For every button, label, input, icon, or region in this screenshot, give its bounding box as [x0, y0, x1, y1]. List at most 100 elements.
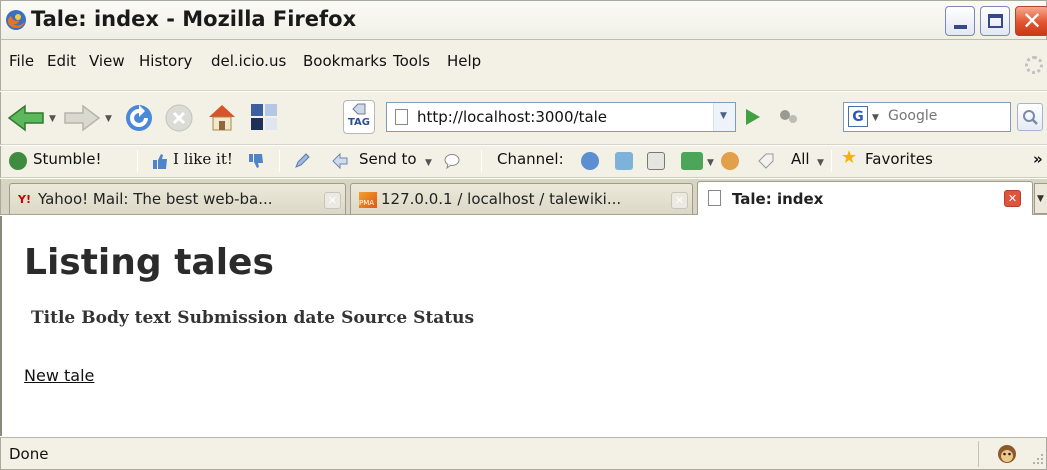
tab-close-icon[interactable]: ✕	[1004, 190, 1021, 207]
url-text[interactable]: http://localhost:3000/tale	[417, 108, 607, 126]
tab-label: Tale: index	[732, 190, 824, 208]
navigation-toolbar: ▼ ▼ TAG http://localhost:3000/tale ▼ G ▼	[0, 92, 1047, 145]
table-header-row: Title Body text Submission date Source S…	[28, 308, 477, 328]
send-to-dropdown-icon[interactable]: ▼	[425, 158, 432, 168]
toolbar-separator	[137, 150, 138, 172]
tab-list-button[interactable]: ▼	[1034, 183, 1047, 214]
firefox-icon	[6, 10, 26, 30]
star-icon: ★	[841, 147, 858, 168]
column-header-source: Source	[341, 308, 408, 328]
throbber-icon	[1025, 56, 1043, 74]
stop-icon[interactable]	[163, 102, 195, 134]
all-dropdown-icon[interactable]: ▼	[817, 158, 824, 168]
menu-bar: File Edit View History del.icio.us Bookm…	[0, 40, 1047, 91]
page-title: Listing tales	[24, 242, 274, 283]
menu-help[interactable]: Help	[447, 52, 481, 70]
tab-phpmyadmin[interactable]: PMA 127.0.0.1 / localhost / talewiki... …	[350, 183, 693, 214]
tag-button[interactable]: TAG	[343, 100, 375, 134]
tales-table: Title Body text Submission date Source S…	[28, 308, 477, 328]
tab-strip: Y! Yahoo! Mail: The best web-ba... ✕ PMA…	[0, 179, 1047, 215]
search-engine-dropdown-icon[interactable]: ▼	[872, 113, 879, 123]
forward-dropdown-icon[interactable]: ▼	[105, 114, 112, 124]
favorites-button[interactable]: Favorites	[865, 150, 933, 168]
url-bar[interactable]: http://localhost:3000/tale ▼	[386, 102, 736, 132]
go-icon[interactable]	[741, 106, 763, 128]
resize-grip-icon[interactable]	[1029, 450, 1045, 466]
tab-tale-index[interactable]: Tale: index ✕	[697, 181, 1033, 215]
maximize-icon	[988, 14, 1003, 28]
status-separator	[978, 441, 979, 467]
tag-label: TAG	[348, 117, 370, 128]
search-box[interactable]: G ▼	[843, 102, 1011, 132]
phpmyadmin-icon: PMA	[359, 192, 377, 208]
stumbleupon-toolbar: Stumble! I like it! Send to ▼ Channel: ▼…	[0, 146, 1047, 178]
send-icon	[332, 152, 348, 170]
menu-delicious[interactable]: del.icio.us	[211, 52, 286, 70]
chevron-down-icon: ▼	[720, 111, 727, 121]
shuffle-icon[interactable]	[681, 152, 703, 170]
bookmark-manager-icon[interactable]	[249, 102, 279, 132]
minimize-button[interactable]	[945, 6, 975, 36]
thumbs-up-icon	[153, 154, 167, 169]
thumbs-down-icon[interactable]	[247, 152, 265, 170]
send-to-button[interactable]: Send to	[359, 150, 417, 168]
photo-icon[interactable]	[615, 152, 633, 170]
tab-label: Yahoo! Mail: The best web-ba...	[38, 190, 273, 208]
search-input[interactable]	[888, 108, 1008, 124]
column-header-status: Status	[413, 308, 475, 328]
toolbar-separator	[831, 150, 832, 172]
tab-close-icon[interactable]: ✕	[671, 192, 688, 209]
tab-label: 127.0.0.1 / localhost / talewiki...	[381, 190, 622, 208]
forward-arrow-icon[interactable]	[63, 104, 101, 132]
window-titlebar: Tale: index - Mozilla Firefox ✕	[0, 0, 1047, 40]
status-bar: Done	[0, 437, 1047, 470]
greasemonkey-icon[interactable]	[997, 444, 1017, 464]
google-icon[interactable]: G	[848, 106, 868, 127]
i-like-it-button[interactable]: I like it!	[173, 150, 233, 168]
new-tale-link[interactable]: New tale	[24, 366, 94, 385]
menu-view[interactable]: View	[89, 52, 125, 70]
minimize-icon	[954, 25, 967, 29]
page-icon	[395, 109, 408, 125]
chevron-down-icon: ▼	[1037, 194, 1044, 204]
yahoo-icon: Y!	[18, 193, 31, 206]
all-button[interactable]: All	[791, 150, 810, 168]
column-header-body-text: Body text	[81, 308, 172, 328]
close-icon: ✕	[1022, 7, 1043, 35]
channel-label: Channel:	[497, 150, 564, 168]
menu-bookmarks[interactable]: Bookmarks	[303, 52, 387, 70]
toolbar-overflow-button[interactable]: »	[1033, 150, 1043, 168]
menu-tools[interactable]: Tools	[393, 52, 430, 70]
people-icon[interactable]	[721, 152, 739, 170]
stumbleupon-icon	[9, 152, 27, 170]
toolbar-separator	[279, 150, 280, 172]
column-header-title: Title	[31, 308, 76, 328]
plugin-icon[interactable]	[777, 106, 801, 128]
page-icon	[708, 190, 721, 206]
tag-icon	[352, 103, 366, 115]
channel-dropdown-icon[interactable]: ▼	[707, 158, 714, 168]
menu-edit[interactable]: Edit	[47, 52, 76, 70]
url-history-dropdown[interactable]: ▼	[713, 103, 735, 131]
tag-outline-icon[interactable]	[757, 152, 775, 170]
home-icon[interactable]	[205, 100, 239, 134]
maximize-button[interactable]	[980, 6, 1010, 36]
tab-close-icon[interactable]: ✕	[324, 192, 341, 209]
stumble-button[interactable]: Stumble!	[33, 150, 101, 168]
page-content: Listing tales Title Body text Submission…	[0, 216, 1047, 436]
globe-icon[interactable]	[581, 152, 599, 170]
menu-file[interactable]: File	[9, 52, 34, 70]
pencil-icon[interactable]	[293, 152, 311, 170]
reload-icon[interactable]	[123, 102, 155, 134]
menu-history[interactable]: History	[139, 52, 192, 70]
toolbar-separator	[481, 150, 482, 172]
search-button[interactable]	[1017, 103, 1043, 131]
tv-icon[interactable]	[647, 152, 665, 170]
status-text: Done	[9, 445, 49, 463]
search-magnifier-icon	[1023, 110, 1038, 125]
back-arrow-icon[interactable]	[7, 104, 45, 132]
comment-icon[interactable]	[443, 152, 461, 170]
back-dropdown-icon[interactable]: ▼	[49, 114, 56, 124]
tab-yahoo-mail[interactable]: Y! Yahoo! Mail: The best web-ba... ✕	[9, 183, 346, 214]
close-window-button[interactable]: ✕	[1015, 6, 1047, 36]
